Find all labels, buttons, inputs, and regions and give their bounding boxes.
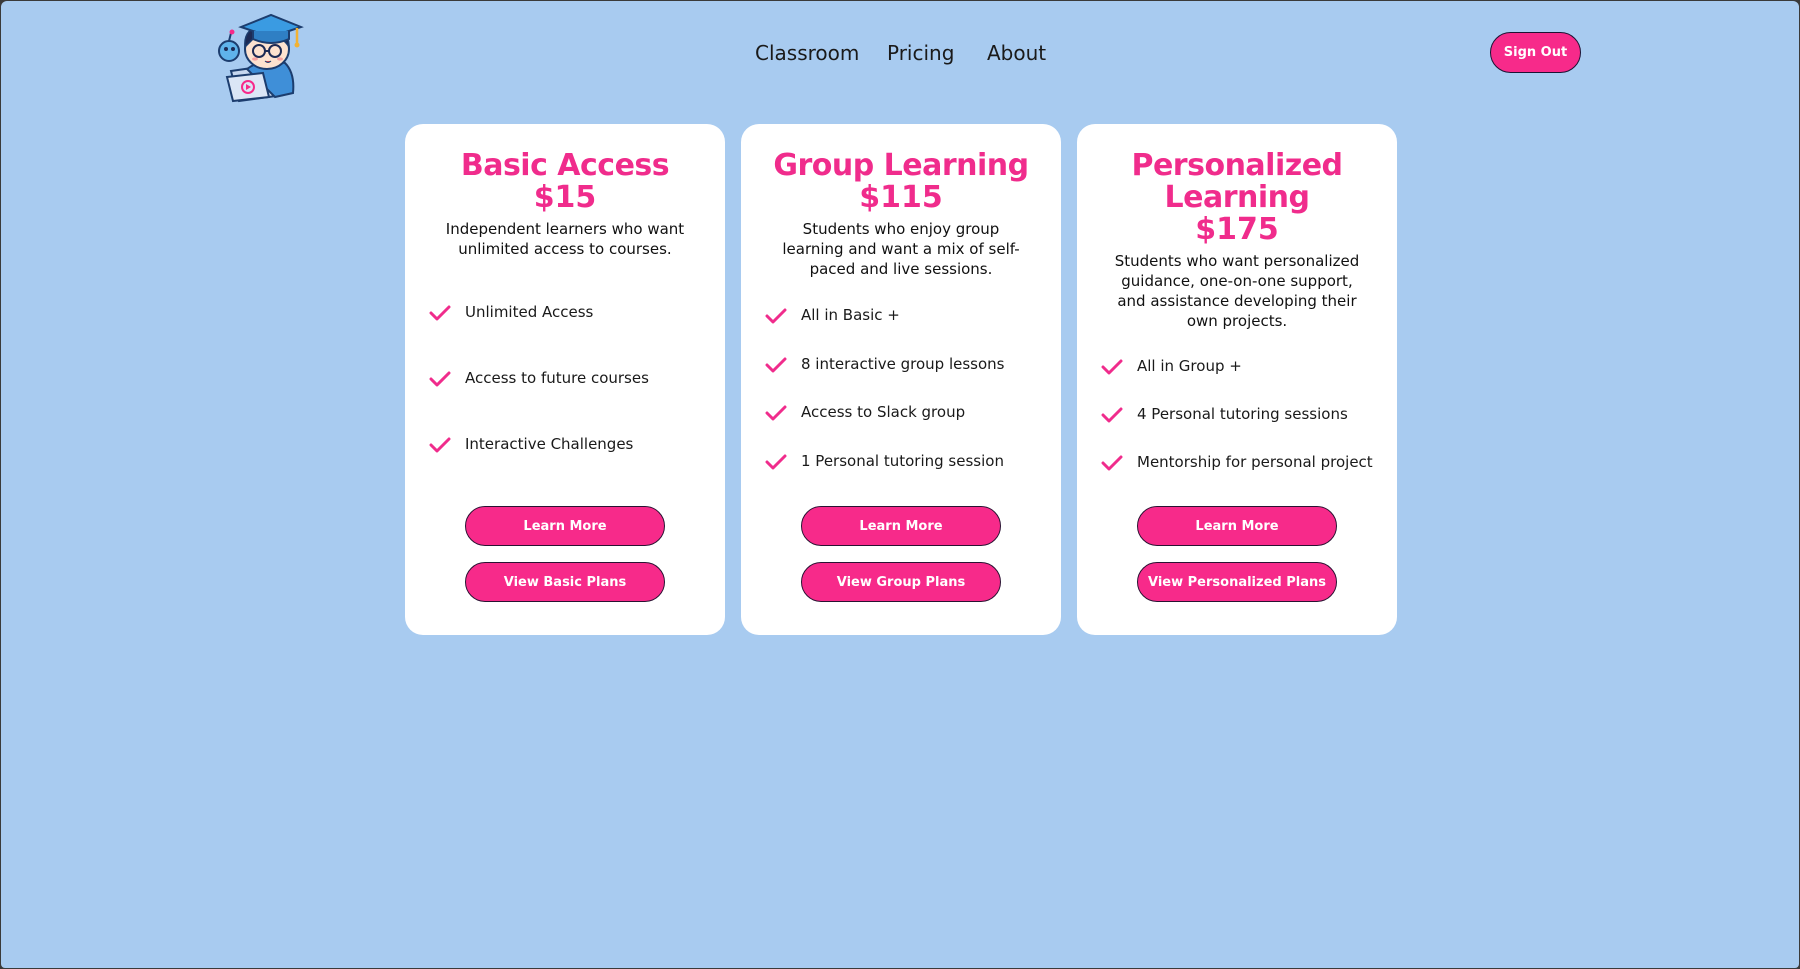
plan-title-line-2: Learning <box>1164 180 1310 215</box>
feature-item: Interactive Challenges <box>429 434 719 458</box>
feature-label: Interactive Challenges <box>465 435 634 453</box>
check-icon <box>1101 407 1123 423</box>
plan-title: Basic Access <box>460 148 670 183</box>
nav-link-about[interactable]: About <box>987 41 1046 65</box>
plan-price: $175 <box>1195 212 1279 247</box>
plan-price: $115 <box>859 180 943 215</box>
feature-label: All in Basic + <box>801 306 900 324</box>
feature-label: 8 interactive group lessons <box>801 355 1005 373</box>
check-icon <box>1101 359 1123 375</box>
plan-card-basic: Basic Access $15 Independent learners wh… <box>405 124 725 635</box>
check-icon <box>429 437 451 453</box>
feature-label: Unlimited Access <box>465 303 594 321</box>
feature-label: Access to Slack group <box>801 403 966 421</box>
feature-item: Access to future courses <box>429 368 719 392</box>
feature-item: Unlimited Access <box>429 302 719 326</box>
plan-description: Students who enjoy group learning and wa… <box>782 220 1020 278</box>
feature-label: All in Group + <box>1137 357 1242 375</box>
view-basic-plans-button[interactable]: View Basic Plans <box>465 562 665 602</box>
check-icon <box>765 308 787 324</box>
feature-label: Mentorship for personal project <box>1137 453 1373 471</box>
feature-item: All in Group + <box>1101 356 1391 380</box>
check-icon <box>429 305 451 321</box>
plan-card-personalized: Personalized Learning $175 Students who … <box>1077 124 1397 635</box>
learn-more-button[interactable]: Learn More <box>465 506 665 546</box>
page-viewport: Classroom Pricing About Sign Out Basic A… <box>1 1 1799 968</box>
feature-item: 8 interactive group lessons <box>765 354 1055 378</box>
check-icon <box>765 357 787 373</box>
plan-title: Group Learning <box>773 148 1029 183</box>
check-icon <box>765 454 787 470</box>
view-personalized-plans-button[interactable]: View Personalized Plans <box>1137 562 1337 602</box>
learn-more-button[interactable]: Learn More <box>801 506 1001 546</box>
plan-description: Students who want personalized guidance,… <box>1114 252 1360 330</box>
feature-label: Access to future courses <box>465 369 649 387</box>
feature-label: 4 Personal tutoring sessions <box>1137 405 1348 423</box>
nav-link-pricing[interactable]: Pricing <box>887 41 954 65</box>
feature-item: All in Basic + <box>765 305 1055 329</box>
learn-more-button[interactable]: Learn More <box>1137 506 1337 546</box>
check-icon <box>765 405 787 421</box>
plan-price: $15 <box>533 180 597 215</box>
feature-item: Mentorship for personal project <box>1101 452 1391 476</box>
feature-item: Access to Slack group <box>765 402 1055 426</box>
feature-item: 1 Personal tutoring session <box>765 451 1055 475</box>
plan-card-group: Group Learning $115 Students who enjoy g… <box>741 124 1061 635</box>
nav-link-classroom[interactable]: Classroom <box>755 41 859 65</box>
plan-description: Independent learners who want unlimited … <box>445 220 685 258</box>
view-group-plans-button[interactable]: View Group Plans <box>801 562 1001 602</box>
check-icon <box>429 371 451 387</box>
feature-item: 4 Personal tutoring sessions <box>1101 404 1391 428</box>
feature-label: 1 Personal tutoring session <box>801 452 1004 470</box>
check-icon <box>1101 455 1123 471</box>
plan-title: Personalized <box>1131 148 1343 183</box>
sign-out-button[interactable]: Sign Out <box>1490 32 1581 73</box>
